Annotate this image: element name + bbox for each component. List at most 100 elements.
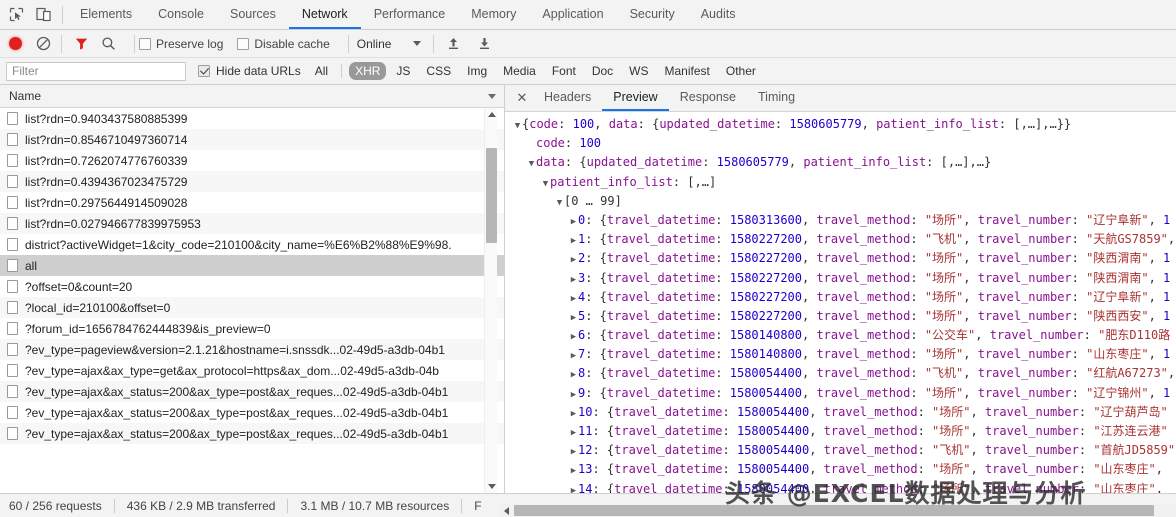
- import-har-icon[interactable]: [445, 35, 462, 52]
- preserve-log-box[interactable]: [139, 38, 151, 50]
- request-table-header[interactable]: Name: [0, 85, 504, 108]
- tab-response[interactable]: Response: [669, 85, 747, 111]
- search-icon[interactable]: [101, 36, 116, 51]
- tab-network[interactable]: Network: [289, 0, 361, 29]
- json-tree-line[interactable]: ▶7: {travel_datetime: 1580140800, travel…: [505, 345, 1176, 364]
- inspect-element-icon[interactable]: [8, 6, 25, 23]
- tab-sources[interactable]: Sources: [217, 0, 289, 29]
- request-row[interactable]: list?rdn=0.9403437580885399: [0, 108, 504, 129]
- request-row[interactable]: ?ev_type=pageview&version=2.1.21&hostnam…: [0, 339, 504, 360]
- type-filter-css[interactable]: CSS: [420, 62, 457, 80]
- type-filter-manifest[interactable]: Manifest: [659, 62, 716, 80]
- json-tree-line[interactable]: code: 100: [505, 134, 1176, 153]
- request-row[interactable]: ?local_id=210100&offset=0: [0, 297, 504, 318]
- json-tree-line[interactable]: ▼{code: 100, data: {updated_datetime: 15…: [505, 115, 1176, 134]
- tab-preview[interactable]: Preview: [602, 85, 668, 111]
- json-tree-line[interactable]: ▶6: {travel_datetime: 1580140800, travel…: [505, 326, 1176, 345]
- request-row[interactable]: ?ev_type=ajax&ax_type=get&ax_protocol=ht…: [0, 360, 504, 381]
- json-tree-line[interactable]: ▶13: {travel_datetime: 1580054400, trave…: [505, 460, 1176, 479]
- tab-audits[interactable]: Audits: [688, 0, 749, 29]
- request-row[interactable]: ?ev_type=ajax&ax_status=200&ax_type=post…: [0, 381, 504, 402]
- throttling-dropdown[interactable]: Online: [357, 37, 422, 51]
- device-toolbar-icon[interactable]: [35, 6, 52, 23]
- json-tree-line[interactable]: ▼patient_info_list: [,…]: [505, 173, 1176, 192]
- tab-performance[interactable]: Performance: [361, 0, 459, 29]
- hide-data-urls-checkbox[interactable]: Hide data URLs: [198, 64, 301, 78]
- json-tree-line[interactable]: ▶8: {travel_datetime: 1580054400, travel…: [505, 364, 1176, 383]
- disclosure-expanded-icon[interactable]: ▼: [527, 155, 536, 172]
- disclosure-collapsed-icon[interactable]: ▶: [569, 443, 578, 460]
- request-row[interactable]: list?rdn=0.4394367023475729: [0, 171, 504, 192]
- type-filter-other[interactable]: Other: [720, 62, 762, 80]
- type-filter-media[interactable]: Media: [497, 62, 542, 80]
- filter-input[interactable]: [6, 62, 186, 81]
- json-tree-line[interactable]: ▶10: {travel_datetime: 1580054400, trave…: [505, 403, 1176, 422]
- tab-application[interactable]: Application: [529, 0, 616, 29]
- json-tree-line[interactable]: ▼[0 … 99]: [505, 192, 1176, 211]
- disclosure-collapsed-icon[interactable]: ▶: [569, 213, 578, 230]
- request-row[interactable]: district?activeWidget=1&city_code=210100…: [0, 234, 504, 255]
- json-tree-line[interactable]: ▶3: {travel_datetime: 1580227200, travel…: [505, 269, 1176, 288]
- scroll-up-arrow[interactable]: [485, 108, 498, 121]
- hscroll-left-arrow[interactable]: [500, 504, 513, 517]
- disable-cache-checkbox[interactable]: Disable cache: [237, 37, 329, 51]
- type-filter-font[interactable]: Font: [546, 62, 582, 80]
- preserve-log-checkbox[interactable]: Preserve log: [139, 37, 223, 51]
- chevron-down-icon[interactable]: [488, 94, 496, 99]
- scroll-down-arrow[interactable]: [485, 480, 498, 493]
- disclosure-collapsed-icon[interactable]: ▶: [569, 347, 578, 364]
- request-row[interactable]: list?rdn=0.8546710497360714: [0, 129, 504, 150]
- type-filter-js[interactable]: JS: [390, 62, 416, 80]
- json-tree-line[interactable]: ▶1: {travel_datetime: 1580227200, travel…: [505, 230, 1176, 249]
- disclosure-collapsed-icon[interactable]: ▶: [569, 482, 578, 493]
- request-row[interactable]: ?ev_type=ajax&ax_status=200&ax_type=post…: [0, 423, 504, 444]
- disclosure-collapsed-icon[interactable]: ▶: [569, 309, 578, 326]
- disclosure-collapsed-icon[interactable]: ▶: [569, 290, 578, 307]
- clear-icon[interactable]: [36, 36, 51, 51]
- disclosure-collapsed-icon[interactable]: ▶: [569, 328, 578, 345]
- disclosure-collapsed-icon[interactable]: ▶: [569, 366, 578, 383]
- disclosure-expanded-icon[interactable]: ▼: [541, 175, 550, 192]
- request-list-scrollbar[interactable]: [484, 108, 497, 493]
- disclosure-collapsed-icon[interactable]: ▶: [569, 251, 578, 268]
- tab-headers[interactable]: Headers: [533, 85, 602, 111]
- tab-timing[interactable]: Timing: [747, 85, 806, 111]
- request-row[interactable]: ?ev_type=ajax&ax_status=200&ax_type=post…: [0, 402, 504, 423]
- close-icon[interactable]: ✕: [511, 85, 533, 111]
- filter-icon[interactable]: [74, 36, 89, 51]
- request-row[interactable]: ?offset=0&count=20: [0, 276, 504, 297]
- type-filter-xhr[interactable]: XHR: [349, 62, 386, 80]
- request-rows[interactable]: list?rdn=0.9403437580885399list?rdn=0.85…: [0, 108, 504, 493]
- hscroll-thumb[interactable]: [514, 505, 1154, 516]
- request-row[interactable]: ?forum_id=1656784762444839&is_preview=0: [0, 318, 504, 339]
- type-filter-ws[interactable]: WS: [623, 62, 654, 80]
- json-tree-line[interactable]: ▶5: {travel_datetime: 1580227200, travel…: [505, 307, 1176, 326]
- json-tree-line[interactable]: ▶2: {travel_datetime: 1580227200, travel…: [505, 249, 1176, 268]
- type-filter-doc[interactable]: Doc: [586, 62, 619, 80]
- disable-cache-box[interactable]: [237, 38, 249, 50]
- json-tree-line[interactable]: ▶11: {travel_datetime: 1580054400, trave…: [505, 422, 1176, 441]
- disclosure-collapsed-icon[interactable]: ▶: [569, 405, 578, 422]
- export-har-icon[interactable]: [476, 35, 493, 52]
- disclosure-collapsed-icon[interactable]: ▶: [569, 462, 578, 479]
- type-filter-all[interactable]: All: [309, 62, 334, 80]
- disclosure-collapsed-icon[interactable]: ▶: [569, 386, 578, 403]
- disclosure-collapsed-icon[interactable]: ▶: [569, 271, 578, 288]
- preview-horizontal-scrollbar[interactable]: [500, 504, 1176, 517]
- scrollbar-thumb[interactable]: [486, 148, 497, 243]
- tab-security[interactable]: Security: [617, 0, 688, 29]
- tab-elements[interactable]: Elements: [67, 0, 145, 29]
- tab-console[interactable]: Console: [145, 0, 217, 29]
- request-row[interactable]: list?rdn=0.027946677839975953: [0, 213, 504, 234]
- json-tree-line[interactable]: ▶14: {travel_datetime: 1580054400, trave…: [505, 480, 1176, 493]
- json-tree-line[interactable]: ▶4: {travel_datetime: 1580227200, travel…: [505, 288, 1176, 307]
- disclosure-collapsed-icon[interactable]: ▶: [569, 232, 578, 249]
- request-row[interactable]: all: [0, 255, 504, 276]
- json-tree-line[interactable]: ▼data: {updated_datetime: 1580605779, pa…: [505, 153, 1176, 172]
- request-row[interactable]: list?rdn=0.7262074776760339: [0, 150, 504, 171]
- json-preview-tree[interactable]: ▼{code: 100, data: {updated_datetime: 15…: [505, 112, 1176, 493]
- json-tree-line[interactable]: ▶9: {travel_datetime: 1580054400, travel…: [505, 384, 1176, 403]
- hide-data-urls-box[interactable]: [198, 65, 210, 77]
- record-button[interactable]: [9, 37, 22, 50]
- disclosure-expanded-icon[interactable]: ▼: [513, 117, 522, 134]
